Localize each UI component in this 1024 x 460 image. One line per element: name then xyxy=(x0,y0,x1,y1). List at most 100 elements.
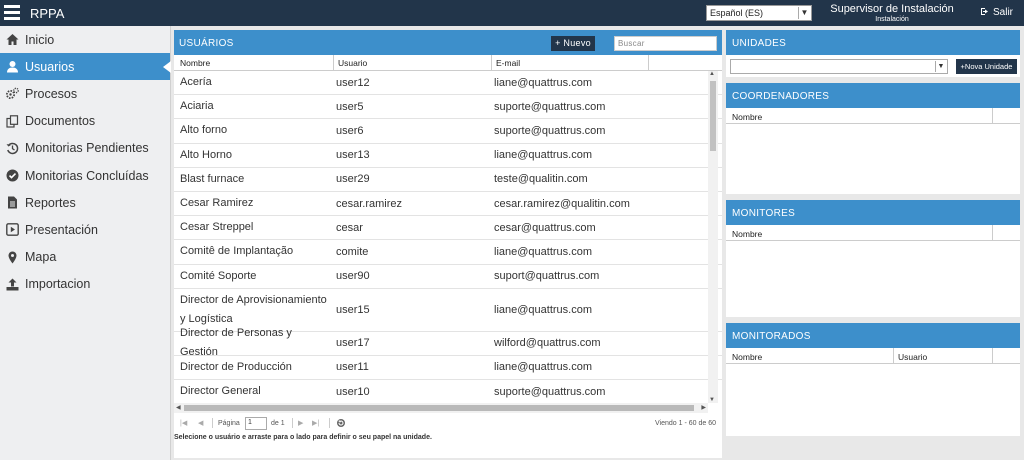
sidebar-item-presentacion[interactable]: Presentación xyxy=(0,216,170,243)
home-icon xyxy=(6,33,19,46)
scrollbar-thumb[interactable] xyxy=(710,81,716,151)
record-count: Viendo 1 - 60 de 60 xyxy=(655,420,716,427)
column-divider xyxy=(491,55,492,71)
gears-icon xyxy=(6,87,19,100)
cell-usuario: user15 xyxy=(336,303,370,316)
column-divider xyxy=(992,348,993,364)
table-row[interactable]: Director de Producción user11 liane@quattr… xyxy=(174,356,722,381)
new-user-button[interactable]: + Nuevo xyxy=(551,36,595,51)
table-row[interactable]: Aciaria user5 suporte@quattrus.com xyxy=(174,95,722,120)
sidebar-item-label: Reportes xyxy=(25,195,76,210)
sidebar-item-label: Inicio xyxy=(25,32,55,47)
cell-email: liane@quattrus.com xyxy=(494,361,592,374)
logout-label: Salir xyxy=(993,7,1014,18)
table-row[interactable]: Cesar Streppel cesar cesar@quattrus.com xyxy=(174,216,722,241)
sidebar-item-label: Usuarios xyxy=(25,59,75,74)
cell-nombre: Cesar Ramirez xyxy=(180,197,254,210)
language-select-value: Español (ES) xyxy=(710,8,764,18)
scroll-down-icon[interactable]: ▼ xyxy=(709,397,715,403)
column-header-nombre: Nombre xyxy=(732,229,763,239)
cell-email: liane@quattrus.com xyxy=(494,149,592,162)
scroll-left-icon[interactable]: ◀ xyxy=(176,404,181,411)
sidebar-item-label: Procesos xyxy=(25,86,78,101)
sidebar-item-usuarios[interactable]: Usuarios xyxy=(0,53,171,81)
column-divider xyxy=(333,55,334,71)
page-input[interactable]: 1 xyxy=(245,417,267,430)
cell-nombre: Director de Personas y Gestión xyxy=(180,327,292,359)
vertical-scrollbar[interactable]: ▲ ▼ xyxy=(708,71,718,403)
coordenadores-header: COORDENADORES xyxy=(726,83,1020,108)
cell-email: cesar@quattrus.com xyxy=(494,221,596,234)
table-row[interactable]: Comitê de Implantação comite liane@quattru… xyxy=(174,240,722,265)
sidebar-item-procesos[interactable]: Procesos xyxy=(0,80,170,107)
new-unit-button[interactable]: +Nova Unidade xyxy=(956,59,1017,74)
column-header-nombre[interactable]: Nombre xyxy=(180,58,210,68)
horizontal-scrollbar[interactable]: ◀ ▶ xyxy=(174,403,708,413)
right-column: UNIDADES ▼ +Nova Unidade COORDENADORES N… xyxy=(726,30,1020,436)
cell-email: suport@quattrus.com xyxy=(494,270,600,283)
sidebar-item-label: Presentación xyxy=(25,222,98,237)
column-header-usuario[interactable]: Usuario xyxy=(338,58,367,68)
scroll-up-icon[interactable]: ▲ xyxy=(709,71,715,77)
user-role[interactable]: Supervisor de Instalación xyxy=(822,3,962,15)
cell-email: wilford@quattrus.com xyxy=(494,337,601,350)
table-row[interactable]: Alto forno user6 suporte@quattrus.com xyxy=(174,119,722,144)
table-row[interactable]: Blast furnace user29 teste@qualitin.com xyxy=(174,168,722,192)
sign-out-icon xyxy=(981,8,988,15)
sidebar-item-label: Importacion xyxy=(25,277,91,292)
sidebar-item-mapa[interactable]: Mapa xyxy=(0,244,170,271)
cell-email: liane@quattrus.com xyxy=(494,303,592,316)
scrollbar-thumb[interactable] xyxy=(184,405,694,411)
sidebar-item-importacion[interactable]: Importacion xyxy=(0,271,170,298)
first-page-icon[interactable]: |◀ xyxy=(180,419,187,427)
refresh-icon[interactable] xyxy=(336,418,346,428)
sidebar-item-inicio[interactable]: Inicio xyxy=(0,26,170,53)
hamburger-menu-icon[interactable] xyxy=(4,5,20,20)
search-input[interactable]: Buscar xyxy=(614,36,717,51)
usuarios-panel: USUÁRIOS + Nuevo Buscar Nombre Usuario E… xyxy=(174,30,722,458)
table-row[interactable]: Director de Personas y Gestión user17 wilf… xyxy=(174,327,722,358)
sidebar-item-documentos[interactable]: Documentos xyxy=(0,108,170,135)
language-select[interactable]: Español (ES) ▼ xyxy=(706,5,812,21)
prev-page-icon[interactable]: ◀ xyxy=(198,419,203,427)
drag-hint: Selecione o usuário e arraste para o lad… xyxy=(174,434,432,441)
cell-email: cesar.ramirez@qualitin.com xyxy=(494,197,630,210)
coordenadores-dropzone[interactable]: Nombre xyxy=(726,108,1020,194)
chevron-down-icon: ▼ xyxy=(935,61,946,72)
last-page-icon[interactable]: ▶| xyxy=(312,419,319,427)
user-subtitle: Instalación xyxy=(875,16,909,23)
cell-nombre: Aciaria xyxy=(180,100,214,113)
table-row[interactable]: Director General user10 suporte@quattrus.c… xyxy=(174,380,722,403)
map-marker-icon xyxy=(6,251,19,264)
unit-select[interactable]: ▼ xyxy=(730,59,948,74)
table-row[interactable]: Alto Horno user13 liane@quattrus.com xyxy=(174,144,722,168)
check-circle-icon xyxy=(6,169,19,182)
column-divider xyxy=(893,348,894,364)
sidebar-item-monitorias-concluidas[interactable]: Monitorias Concluídas xyxy=(0,162,170,189)
column-header-nombre: Nombre xyxy=(732,352,763,362)
cell-usuario: user11 xyxy=(336,361,369,374)
cell-nombre: Blast furnace xyxy=(180,172,245,185)
monitores-header: MONITORES xyxy=(726,200,1020,225)
coordenadores-table-header: Nombre xyxy=(726,108,1020,124)
table-row[interactable]: Acería user12 liane@quattrus.com xyxy=(174,71,722,96)
table-row[interactable]: Cesar Ramirez cesar.ramirez cesar.ramirez@… xyxy=(174,192,722,217)
sidebar-item-reportes[interactable]: Reportes xyxy=(0,189,170,216)
cell-usuario: cesar.ramirez xyxy=(336,197,403,210)
sidebar-item-label: Documentos xyxy=(25,114,96,129)
monitorados-dropzone[interactable]: Nombre Usuario xyxy=(726,348,1020,436)
next-page-icon[interactable]: ▶ xyxy=(298,419,303,427)
scroll-right-icon[interactable]: ▶ xyxy=(701,404,706,411)
cell-usuario: user13 xyxy=(336,149,370,162)
monitores-table-header: Nombre xyxy=(726,225,1020,241)
cell-nombre: Alto forno xyxy=(180,124,228,137)
file-icon xyxy=(6,196,19,209)
table-row[interactable]: Comité Soporte user90 suport@quattrus.com xyxy=(174,265,722,289)
cell-usuario: user10 xyxy=(336,385,370,398)
sidebar-item-monitorias-pendientes[interactable]: Monitorias Pendientes xyxy=(0,135,170,162)
logout-button[interactable]: Salir xyxy=(980,7,1013,18)
panel-title: USUÁRIOS xyxy=(179,38,234,49)
column-header-email[interactable]: E-mail xyxy=(496,58,520,68)
monitores-dropzone[interactable]: Nombre xyxy=(726,225,1020,317)
column-divider xyxy=(992,108,993,124)
